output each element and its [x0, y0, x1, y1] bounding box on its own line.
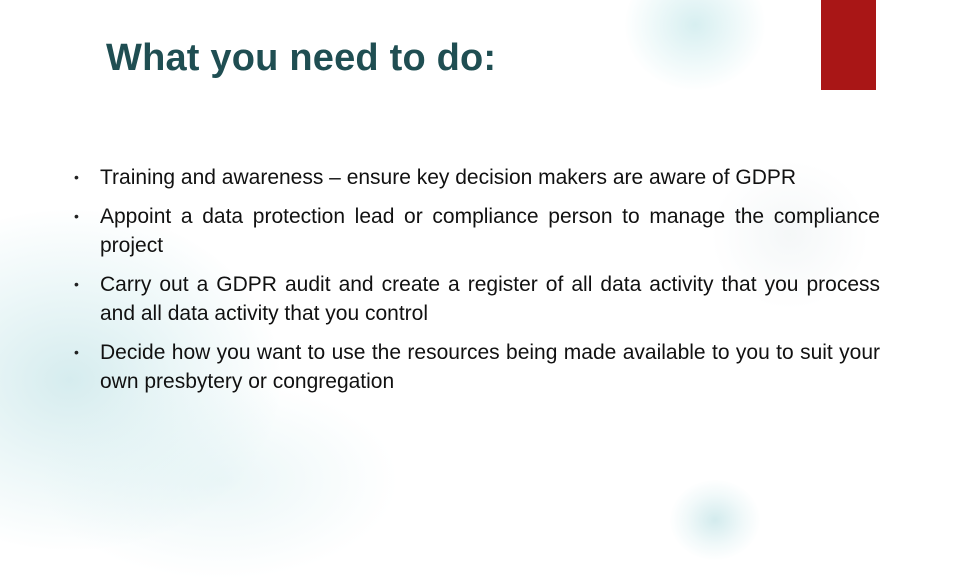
bullet-item: • Decide how you want to use the resourc… — [74, 338, 880, 396]
bullet-dot-icon: • — [74, 276, 79, 292]
bullet-item: • Appoint a data protection lead or comp… — [74, 202, 880, 260]
bullet-list: • Training and awareness – ensure key de… — [74, 163, 880, 406]
slide-title: What you need to do: — [106, 37, 497, 79]
bullet-text: Decide how you want to use the resources… — [100, 341, 880, 393]
bullet-dot-icon: • — [74, 169, 79, 185]
background-decoration-bottom — [670, 480, 760, 560]
background-decoration-top — [625, 0, 765, 90]
background-decoration-bottom-left — [40, 380, 400, 580]
bullet-text: Carry out a GDPR audit and create a regi… — [100, 273, 880, 325]
bullet-item: • Training and awareness – ensure key de… — [74, 163, 880, 192]
bullet-text: Training and awareness – ensure key deci… — [100, 166, 797, 189]
bullet-item: • Carry out a GDPR audit and create a re… — [74, 270, 880, 328]
bullet-dot-icon: • — [74, 344, 79, 360]
bullet-dot-icon: • — [74, 208, 79, 224]
accent-bar — [821, 0, 876, 90]
bullet-text: Appoint a data protection lead or compli… — [100, 205, 880, 257]
